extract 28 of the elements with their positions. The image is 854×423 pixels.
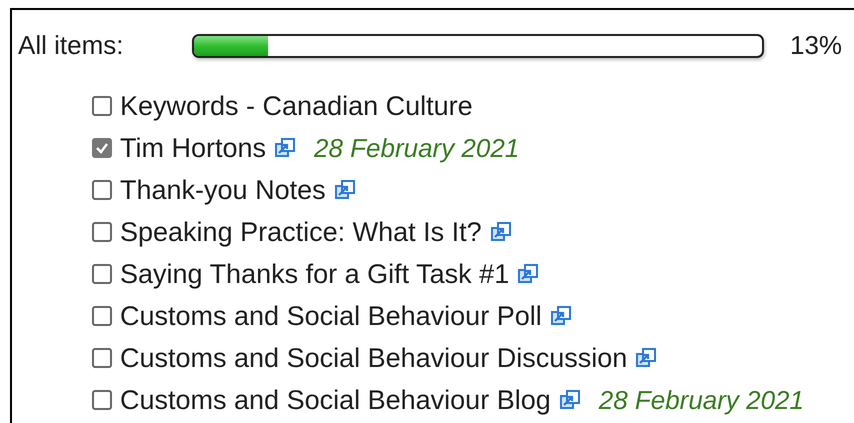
item-title[interactable]: Saying Thanks for a Gift Task #1: [120, 254, 510, 294]
item-title[interactable]: Customs and Social Behaviour Blog: [120, 380, 551, 420]
external-link-icon[interactable]: [334, 179, 356, 201]
external-link-icon[interactable]: [274, 137, 296, 159]
item-title[interactable]: Customs and Social Behaviour Poll: [120, 296, 542, 336]
progress-label: All items:: [18, 29, 124, 62]
external-link-icon[interactable]: [558, 389, 581, 411]
checkbox[interactable]: [92, 138, 112, 158]
checkbox[interactable]: [92, 180, 112, 200]
checkbox[interactable]: [92, 348, 112, 368]
checkbox[interactable]: [92, 96, 112, 116]
item-title[interactable]: Keywords - Canadian Culture: [120, 86, 473, 126]
checkbox[interactable]: [92, 390, 112, 410]
item-date: 28 February 2021: [314, 132, 520, 164]
item-title[interactable]: Tim Hortons: [120, 128, 266, 168]
checkbox[interactable]: [92, 222, 112, 242]
item-title[interactable]: Customs and Social Behaviour Discussion: [120, 338, 628, 378]
external-link-icon[interactable]: [517, 263, 540, 285]
item-date: 28 February 2021: [598, 384, 804, 416]
checkbox[interactable]: [92, 264, 112, 284]
external-link-icon[interactable]: [490, 221, 512, 243]
item-title[interactable]: Speaking Practice: What Is It?: [120, 212, 482, 252]
external-link-icon[interactable]: [550, 305, 572, 327]
external-link-icon[interactable]: [635, 347, 658, 369]
item-title[interactable]: Thank-you Notes: [120, 170, 326, 210]
check-icon: [95, 141, 109, 155]
checkbox[interactable]: [92, 306, 112, 326]
progress-percent: 13%: [790, 29, 842, 62]
